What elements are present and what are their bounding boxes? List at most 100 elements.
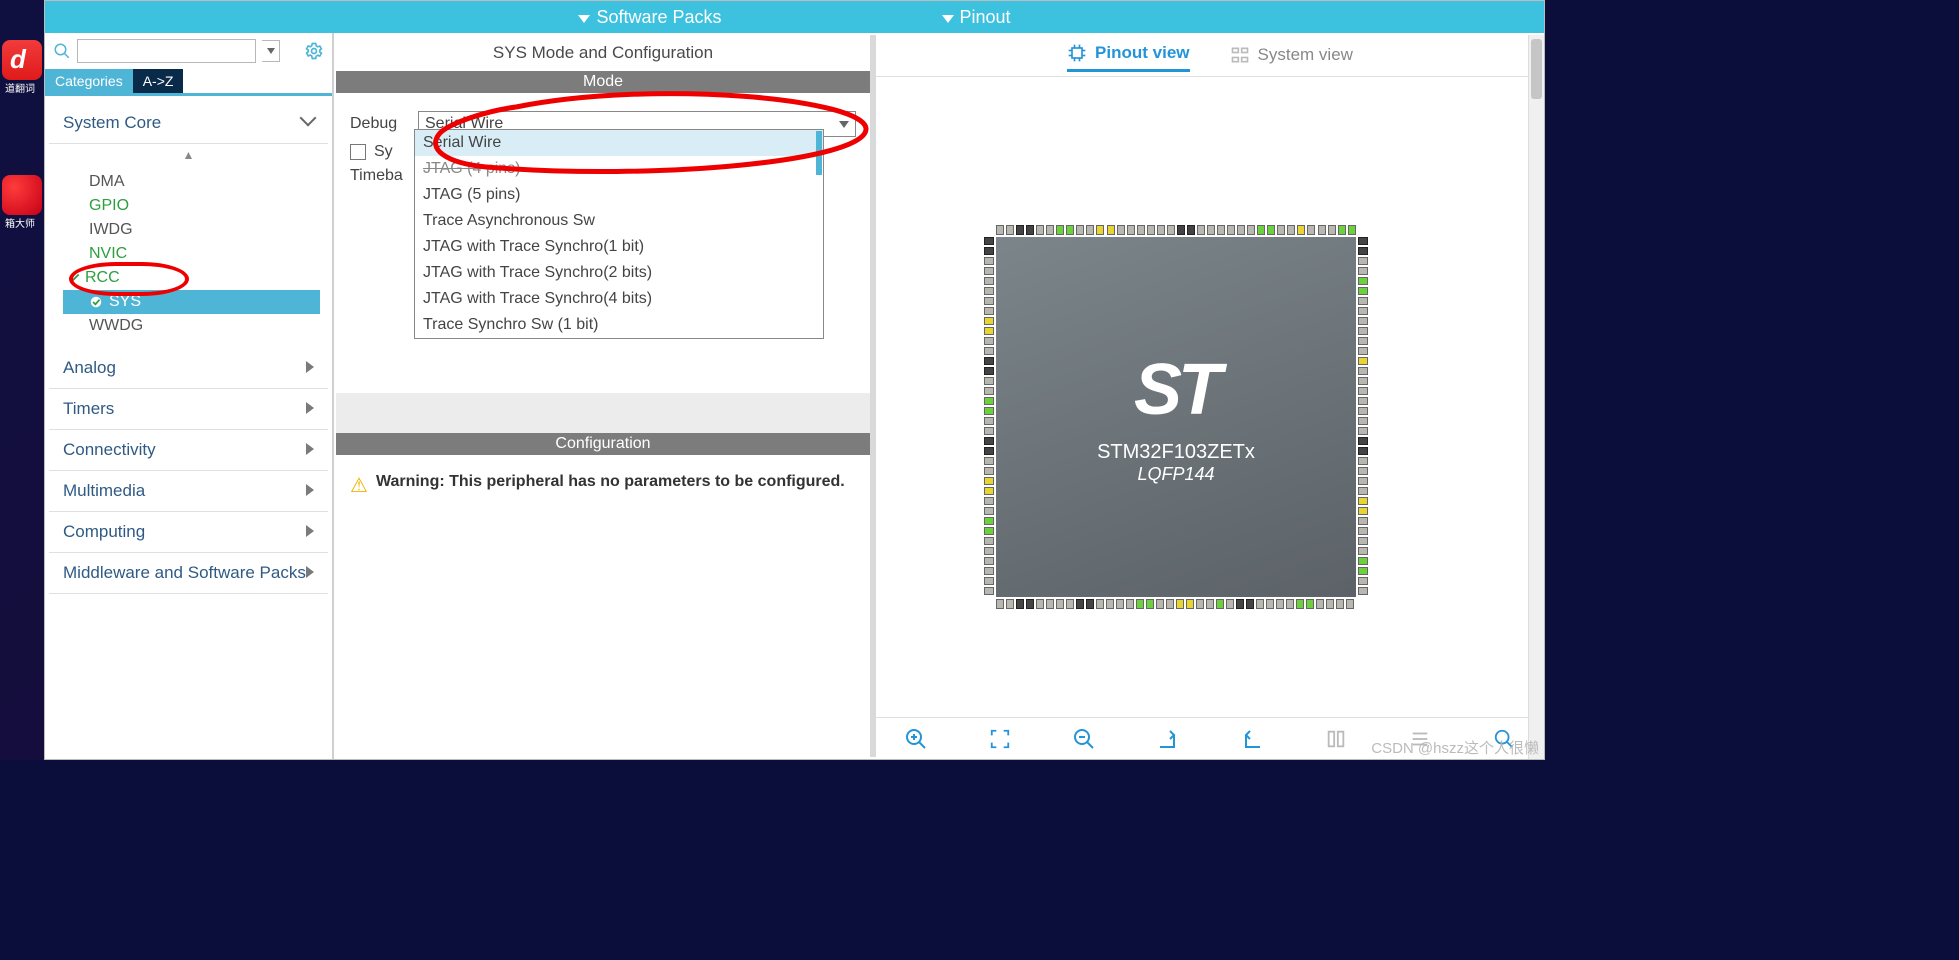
debug-opt-jtag-ts4[interactable]: JTAG with Trace Synchro(4 bits) xyxy=(415,286,823,312)
chip-pin[interactable] xyxy=(1358,527,1368,535)
chip-pin[interactable] xyxy=(984,457,994,465)
chip-pin[interactable] xyxy=(1127,225,1135,235)
chip-pin[interactable] xyxy=(984,257,994,265)
chip-pin[interactable] xyxy=(1066,225,1074,235)
chip-pin[interactable] xyxy=(1358,557,1368,565)
periph-nvic[interactable]: NVIC xyxy=(89,242,328,266)
chip-pin[interactable] xyxy=(1126,599,1134,609)
chip-pin[interactable] xyxy=(984,507,994,515)
category-timers[interactable]: Timers xyxy=(49,389,328,430)
chip-pin[interactable] xyxy=(1358,577,1368,585)
chip-pin[interactable] xyxy=(1358,467,1368,475)
chip-pin[interactable] xyxy=(984,367,994,375)
zoom-out-button[interactable] xyxy=(1072,727,1096,751)
chip-pin[interactable] xyxy=(1246,599,1254,609)
chip-pin[interactable] xyxy=(1358,407,1368,415)
chip-pin[interactable] xyxy=(1336,599,1344,609)
tab-pinout-view[interactable]: Pinout view xyxy=(1067,43,1189,72)
debug-opt-serial-wire[interactable]: Serial Wire xyxy=(415,130,823,156)
chip-pin[interactable] xyxy=(1358,497,1368,505)
chip-package[interactable]: ST STM32F103ZETx LQFP144 xyxy=(996,237,1356,597)
debug-opt-trace-async[interactable]: Trace Asynchronous Sw xyxy=(415,208,823,234)
chip-pin[interactable] xyxy=(1358,267,1368,275)
category-connectivity[interactable]: Connectivity xyxy=(49,430,328,471)
tab-categories[interactable]: Categories xyxy=(45,69,133,93)
menu-software-packs[interactable]: Software Packs xyxy=(578,7,721,28)
chip-pin[interactable] xyxy=(1016,225,1024,235)
chip-pin[interactable] xyxy=(1116,599,1124,609)
chip-pin[interactable] xyxy=(1277,225,1285,235)
chip-pin[interactable] xyxy=(1066,599,1074,609)
chip-pin[interactable] xyxy=(1358,437,1368,445)
chip-pin[interactable] xyxy=(1358,507,1368,515)
chip-pin[interactable] xyxy=(1358,537,1368,545)
periph-gpio[interactable]: GPIO xyxy=(89,194,328,218)
chip-pin[interactable] xyxy=(1196,599,1204,609)
chip-pin[interactable] xyxy=(984,347,994,355)
chip-pin[interactable] xyxy=(1358,247,1368,255)
chip-pin[interactable] xyxy=(984,397,994,405)
chip-pin[interactable] xyxy=(984,327,994,335)
periph-iwdg[interactable]: IWDG xyxy=(89,218,328,242)
chip-pin[interactable] xyxy=(1316,599,1324,609)
chip-pin[interactable] xyxy=(1358,587,1368,595)
chip-pin[interactable] xyxy=(984,387,994,395)
chip-pin[interactable] xyxy=(1096,599,1104,609)
chip-pin[interactable] xyxy=(1358,387,1368,395)
periph-wwdg[interactable]: WWDG xyxy=(89,314,328,338)
chip-pin[interactable] xyxy=(1328,225,1336,235)
category-computing[interactable]: Computing xyxy=(49,512,328,553)
chip-pin[interactable] xyxy=(984,467,994,475)
chip-pin[interactable] xyxy=(1358,377,1368,385)
chip-pin[interactable] xyxy=(1186,599,1194,609)
chip-pin[interactable] xyxy=(1026,599,1034,609)
chip-pin[interactable] xyxy=(1358,347,1368,355)
chip-pin[interactable] xyxy=(1096,225,1104,235)
chip-pin[interactable] xyxy=(996,225,1004,235)
desktop-app-tile-1[interactable]: d xyxy=(2,40,42,80)
category-middleware[interactable]: Middleware and Software Packs xyxy=(49,553,328,594)
chip-pin[interactable] xyxy=(984,557,994,565)
zoom-in-button[interactable] xyxy=(904,727,928,751)
chip-pin[interactable] xyxy=(1358,567,1368,575)
chip-pin[interactable] xyxy=(1358,357,1368,365)
category-system-core[interactable]: System Core xyxy=(49,102,328,144)
chip-pin[interactable] xyxy=(1287,225,1295,235)
chip-pin[interactable] xyxy=(1286,599,1294,609)
desktop-app-tile-2[interactable] xyxy=(2,175,42,215)
chip-pin[interactable] xyxy=(1036,225,1044,235)
chip-pin[interactable] xyxy=(1358,367,1368,375)
chip-pin[interactable] xyxy=(1358,417,1368,425)
pinout-canvas[interactable]: ST STM32F103ZETx LQFP144 xyxy=(876,77,1544,717)
chip-pin[interactable] xyxy=(984,317,994,325)
gear-icon[interactable] xyxy=(304,41,324,61)
periph-rcc[interactable]: RCC xyxy=(67,266,328,290)
chip-pin[interactable] xyxy=(984,267,994,275)
chip-pin[interactable] xyxy=(1358,487,1368,495)
rotate-ccw-button[interactable] xyxy=(1240,727,1264,751)
chip-pin[interactable] xyxy=(1247,225,1255,235)
chip-pin[interactable] xyxy=(1358,457,1368,465)
chip-pin[interactable] xyxy=(984,357,994,365)
chip-pin[interactable] xyxy=(984,437,994,445)
chip-pin[interactable] xyxy=(1176,599,1184,609)
chip-pin[interactable] xyxy=(984,477,994,485)
chip-pin[interactable] xyxy=(1318,225,1326,235)
chip-pin[interactable] xyxy=(1348,225,1356,235)
chip-pin[interactable] xyxy=(1107,225,1115,235)
chip-pin[interactable] xyxy=(1307,225,1315,235)
chip-pin[interactable] xyxy=(984,447,994,455)
category-search-input[interactable] xyxy=(77,39,256,63)
chip-pin[interactable] xyxy=(1358,237,1368,245)
chip-pin[interactable] xyxy=(1358,547,1368,555)
rotate-cw-button[interactable] xyxy=(1156,727,1180,751)
chip-pin[interactable] xyxy=(984,547,994,555)
search-dropdown-button[interactable] xyxy=(262,40,280,62)
chip-pin[interactable] xyxy=(1147,225,1155,235)
debug-opt-jtag-ts1[interactable]: JTAG with Trace Synchro(1 bit) xyxy=(415,234,823,260)
dropdown-scrollbar[interactable] xyxy=(816,131,822,175)
chip-pin[interactable] xyxy=(1358,307,1368,315)
chip-pin[interactable] xyxy=(1358,337,1368,345)
chip-pin[interactable] xyxy=(1197,225,1205,235)
debug-opt-jtag4[interactable]: JTAG (4 pins) xyxy=(415,156,823,182)
